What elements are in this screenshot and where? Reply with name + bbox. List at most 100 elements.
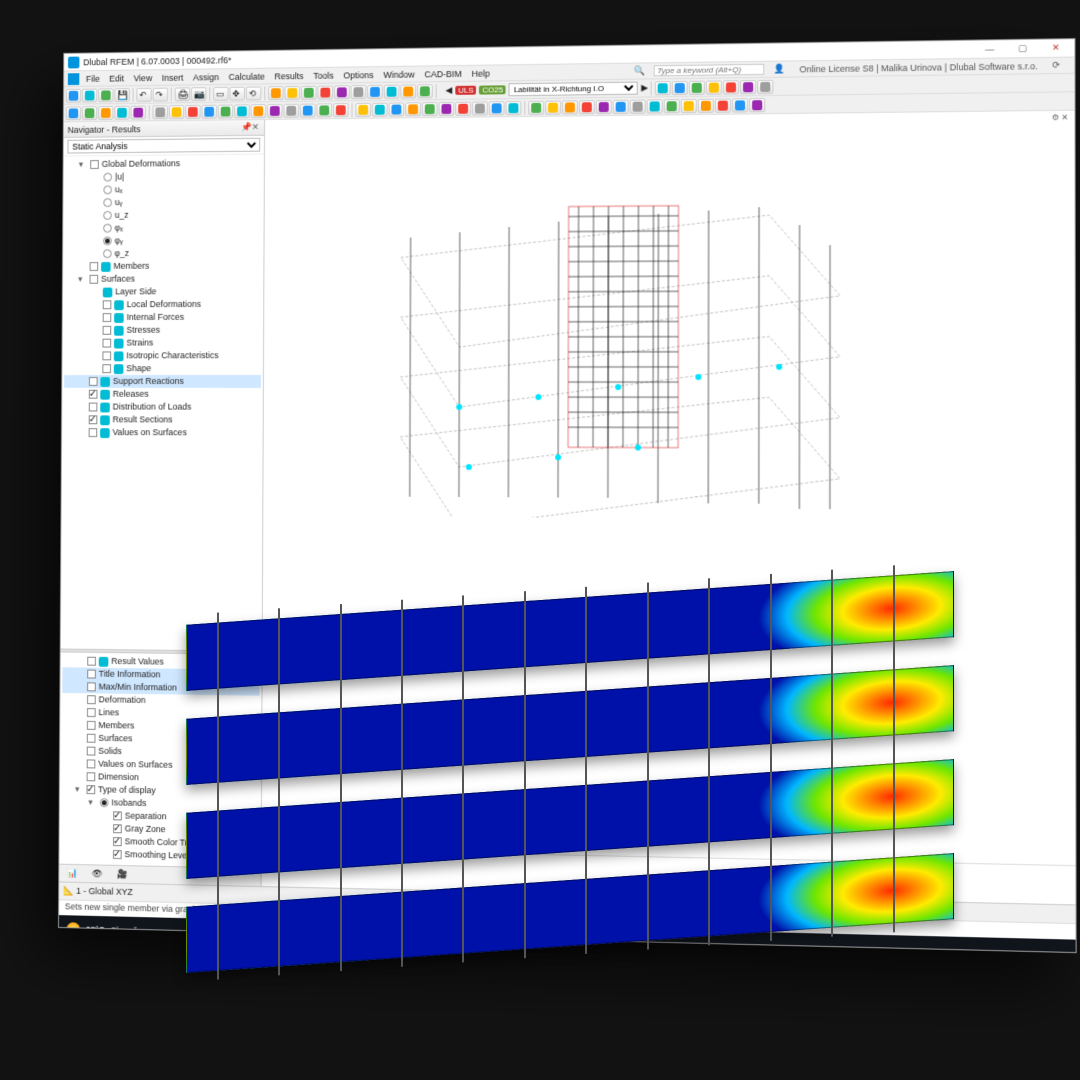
toolbar-button[interactable] — [706, 80, 722, 94]
menu-insert[interactable]: Insert — [157, 72, 188, 82]
checkbox[interactable] — [90, 262, 99, 271]
expand-icon[interactable]: ▾ — [79, 158, 88, 171]
toolbar-button[interactable] — [758, 79, 774, 93]
checkbox[interactable] — [87, 759, 96, 768]
model-viewport[interactable]: ⚙ ✕ — [262, 111, 1076, 905]
toolbar-button[interactable] — [417, 84, 433, 98]
toolbar-button[interactable] — [455, 101, 471, 115]
toolbar-button[interactable] — [422, 102, 438, 116]
arrow-left-icon[interactable]: ◀ — [445, 85, 452, 96]
user-icon[interactable]: 👤 — [769, 63, 790, 74]
pin-icon[interactable]: 📌 — [241, 122, 251, 133]
toolbar-button[interactable] — [723, 80, 739, 94]
checkbox[interactable] — [102, 351, 111, 360]
close-panel-icon[interactable]: ✕ — [251, 122, 261, 133]
checkbox[interactable] — [87, 734, 96, 743]
member-button[interactable] — [98, 106, 113, 120]
tree-node[interactable]: Layer Side — [65, 285, 262, 299]
tree-node[interactable]: Smoothing Level — [61, 847, 259, 864]
checkbox[interactable] — [113, 850, 122, 859]
checkbox[interactable] — [89, 428, 98, 437]
navigator-tab-eye[interactable]: 👁 — [88, 868, 107, 880]
toolbar-button[interactable] — [579, 100, 595, 114]
block-manager-button[interactable] — [98, 88, 113, 102]
loadcase-select[interactable]: Labilität in X-Richtung I.O — [509, 82, 638, 97]
uls-tag[interactable]: ULS — [455, 86, 476, 95]
toolbar-button[interactable] — [562, 100, 578, 114]
open-button[interactable] — [82, 88, 97, 102]
display-tree[interactable]: Result ValuesTitle InformationMax/Min In… — [59, 652, 261, 868]
arrow-right-icon[interactable]: ▶ — [641, 82, 648, 93]
toolbar-button[interactable] — [489, 101, 505, 115]
redo-button[interactable]: ↷ — [153, 87, 168, 101]
radio[interactable] — [100, 798, 109, 807]
new-button[interactable] — [66, 88, 81, 102]
checkbox[interactable] — [87, 695, 96, 704]
undo-button[interactable]: ↶ — [136, 87, 151, 101]
menu-results[interactable]: Results — [270, 71, 309, 81]
maximize-button[interactable]: ▢ — [1008, 43, 1037, 55]
analysis-type-select[interactable]: Static Analysis — [67, 138, 260, 154]
checkbox[interactable] — [102, 364, 111, 373]
toolbar-button[interactable] — [301, 85, 317, 99]
checkbox[interactable] — [87, 708, 96, 717]
radio[interactable] — [103, 224, 112, 233]
toolbar-button[interactable] — [655, 81, 671, 95]
checkbox[interactable] — [103, 339, 112, 348]
radio[interactable] — [103, 173, 112, 182]
toolbar-button[interactable] — [355, 102, 371, 116]
radio[interactable] — [103, 236, 112, 245]
camera-button[interactable]: 📷 — [191, 87, 206, 101]
tree-node[interactable]: φₓ — [65, 221, 262, 235]
checkbox[interactable] — [113, 811, 122, 820]
menu-help[interactable]: Help — [467, 68, 495, 78]
toolbar-button[interactable] — [234, 104, 250, 118]
menu-cadbim[interactable]: CAD-BIM — [420, 68, 467, 79]
line-button[interactable] — [82, 106, 97, 120]
expand-icon[interactable]: ▾ — [88, 796, 97, 809]
surface-button[interactable] — [114, 105, 129, 119]
toolbar-button[interactable] — [384, 84, 400, 98]
radio[interactable] — [103, 185, 112, 194]
tree-node[interactable]: Local Deformations — [65, 298, 262, 311]
checkbox[interactable] — [113, 824, 122, 833]
view-tab-global[interactable]: 📐 1 - Global XYZ — [63, 886, 133, 899]
toolbar-button[interactable] — [351, 85, 367, 99]
toolbar-button[interactable] — [267, 103, 283, 117]
toolbar-button[interactable] — [732, 98, 748, 112]
checkbox[interactable] — [87, 772, 96, 781]
toolbar-button[interactable] — [285, 85, 301, 99]
toolbar-button[interactable] — [545, 100, 561, 114]
node-button[interactable] — [66, 106, 81, 120]
toolbar-button[interactable] — [201, 104, 216, 118]
checkbox[interactable] — [87, 657, 96, 666]
checkbox[interactable] — [87, 721, 96, 730]
checkbox[interactable] — [87, 670, 96, 679]
toolbar-button[interactable] — [630, 99, 646, 113]
tree-node[interactable]: Strains — [64, 336, 261, 349]
tree-node[interactable]: Distribution of Loads — [64, 401, 261, 414]
toolbar-button[interactable] — [664, 99, 680, 113]
close-button[interactable]: ✕ — [1041, 42, 1070, 54]
toolbar-button[interactable] — [672, 80, 688, 94]
tree-node[interactable]: Result Sections — [64, 413, 261, 426]
toolbar-button[interactable] — [698, 98, 714, 112]
menu-assign[interactable]: Assign — [188, 72, 224, 82]
toolbar-button[interactable] — [439, 101, 455, 115]
tree-node[interactable]: ▾Surfaces — [65, 272, 262, 286]
toolbar-button[interactable] — [185, 104, 200, 118]
tree-node[interactable]: Support Reactions — [64, 375, 261, 388]
checkbox[interactable] — [89, 415, 98, 424]
radio[interactable] — [103, 249, 112, 258]
radio[interactable] — [103, 198, 112, 207]
radio[interactable] — [103, 211, 112, 220]
toolbar-button[interactable] — [218, 104, 233, 118]
toolbar-button[interactable] — [367, 84, 383, 98]
checkbox[interactable] — [89, 390, 98, 399]
toolbar-button[interactable] — [251, 104, 267, 118]
navigator-tab-data[interactable]: 📊 — [63, 867, 82, 879]
tree-node[interactable]: Values on Surfaces — [64, 426, 261, 439]
checkbox[interactable] — [87, 682, 96, 691]
toolbar-button[interactable] — [153, 105, 168, 119]
tree-node[interactable]: Shape — [64, 362, 261, 375]
